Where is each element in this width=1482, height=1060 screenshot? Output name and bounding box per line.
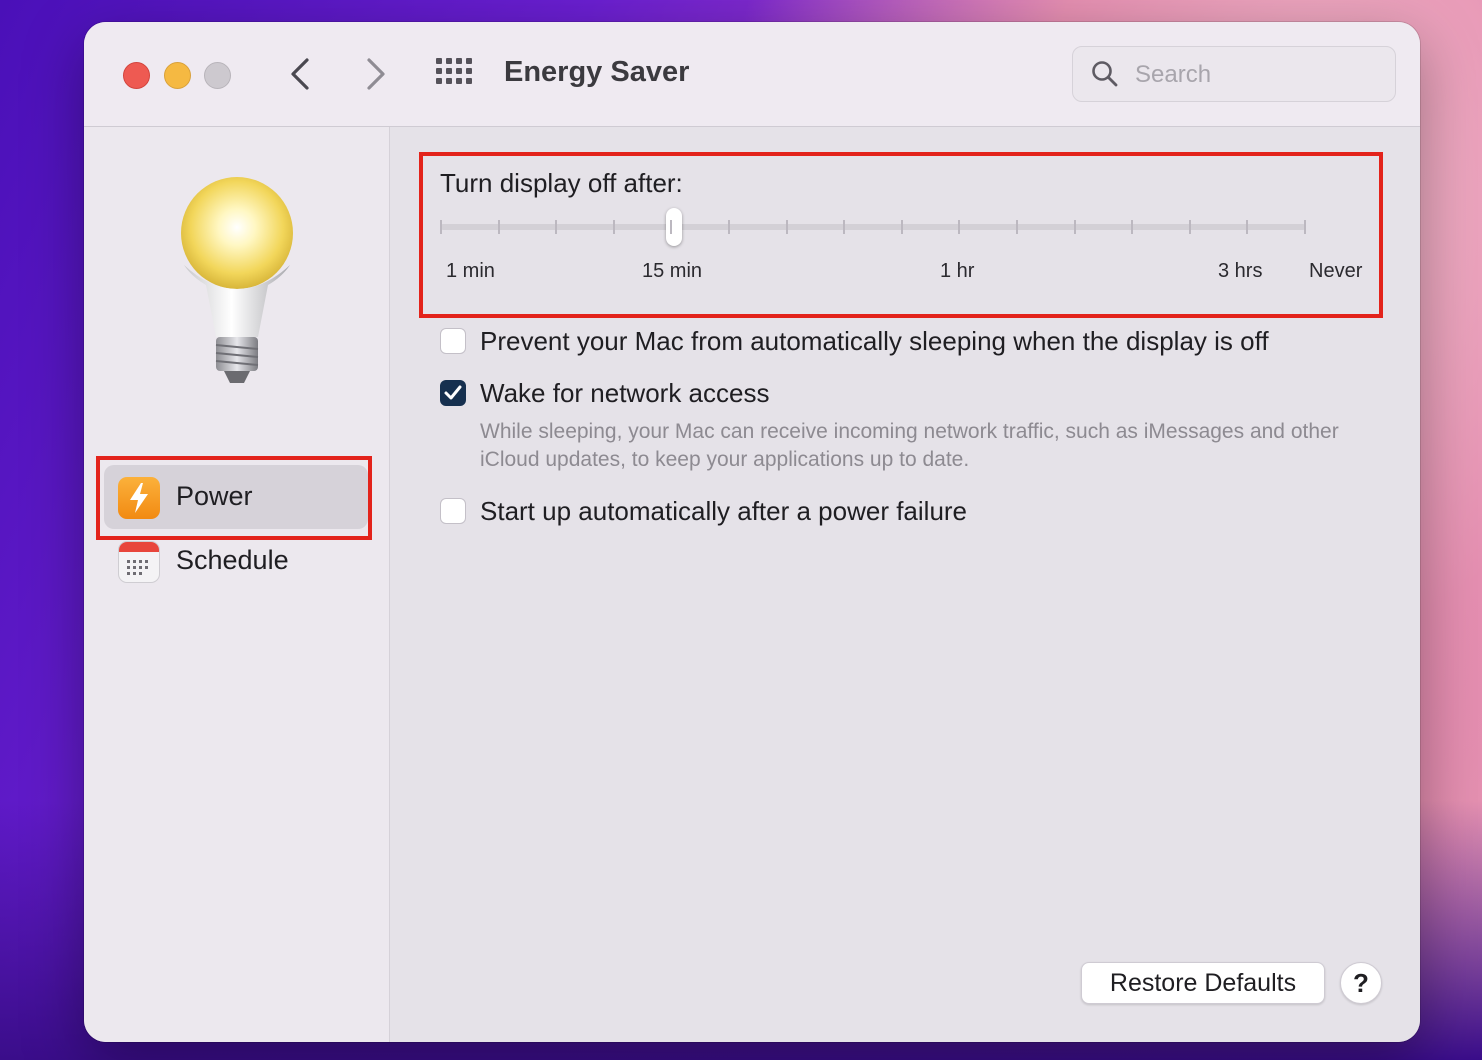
search-placeholder: Search — [1135, 61, 1212, 88]
wake-network-description: While sleeping, your Mac can receive inc… — [480, 420, 1339, 471]
back-button[interactable] — [280, 52, 320, 96]
slider-tick — [900, 220, 903, 234]
tick-label-1-min: 1 min — [446, 260, 495, 282]
wake-network-label: Wake for network access — [480, 378, 770, 408]
chevron-right-icon — [367, 58, 385, 90]
energy-saver-window: Energy Saver Search Power Schedule Turn … — [84, 22, 1420, 1042]
slider-tick — [440, 220, 442, 234]
prevent-sleep-label: Prevent your Mac from automatically slee… — [480, 326, 1269, 356]
search-icon — [1092, 61, 1118, 87]
tick-label-1-hr: 1 hr — [940, 260, 975, 282]
slider-tick — [785, 220, 788, 234]
slider-tick — [497, 220, 500, 234]
tick-label-never: Never — [1309, 260, 1363, 282]
sidebar-item-label: Power — [176, 481, 253, 511]
content-pane — [390, 127, 1420, 1042]
startup-after-power-failure-label: Start up automatically after a power fai… — [480, 496, 968, 526]
sidebar: Power Schedule — [84, 127, 390, 1042]
minimize-button[interactable] — [164, 62, 191, 89]
calendar-icon — [118, 541, 160, 583]
slider-tick — [612, 220, 615, 234]
startup-after-power-failure-checkbox[interactable] — [440, 498, 466, 524]
lightbulb-icon — [181, 177, 293, 383]
zoom-button[interactable] — [204, 62, 231, 89]
lightning-icon — [118, 477, 160, 519]
slider-tick — [1131, 220, 1134, 234]
slider-tick — [843, 220, 846, 234]
help-button[interactable]: ? — [1340, 962, 1382, 1004]
display-off-slider-track[interactable] — [440, 224, 1306, 230]
window-title: Energy Saver — [504, 56, 690, 88]
forward-button[interactable] — [356, 52, 396, 96]
slider-tick — [1016, 220, 1018, 234]
wake-network-checkbox[interactable] — [440, 380, 466, 406]
slider-tick — [728, 220, 730, 234]
display-off-label: Turn display off after: — [440, 168, 683, 198]
slider-tick — [1304, 220, 1306, 234]
restore-defaults-button[interactable]: Restore Defaults — [1081, 962, 1325, 1004]
tick-label-3-hrs: 3 hrs — [1218, 260, 1263, 282]
slider-tick — [1073, 220, 1076, 234]
sidebar-item-schedule[interactable]: Schedule — [104, 529, 368, 593]
prevent-sleep-checkbox[interactable] — [440, 328, 466, 354]
title-bar: Energy Saver Search — [84, 22, 1420, 127]
checkmark-icon — [444, 385, 462, 400]
slider-tick — [1246, 220, 1249, 234]
chevron-left-icon — [291, 58, 309, 90]
display-off-slider-knob[interactable] — [666, 208, 682, 246]
slider-tick — [670, 220, 673, 234]
sidebar-item-label: Schedule — [176, 545, 289, 575]
slider-tick — [958, 220, 961, 234]
slider-tick — [1188, 220, 1191, 234]
sidebar-item-power[interactable]: Power — [104, 465, 368, 529]
slider-tick — [555, 220, 558, 234]
close-button[interactable] — [123, 62, 150, 89]
show-all-button[interactable] — [436, 58, 476, 90]
tick-label-15-min: 15 min — [642, 260, 703, 282]
search-field[interactable]: Search — [1072, 46, 1396, 102]
